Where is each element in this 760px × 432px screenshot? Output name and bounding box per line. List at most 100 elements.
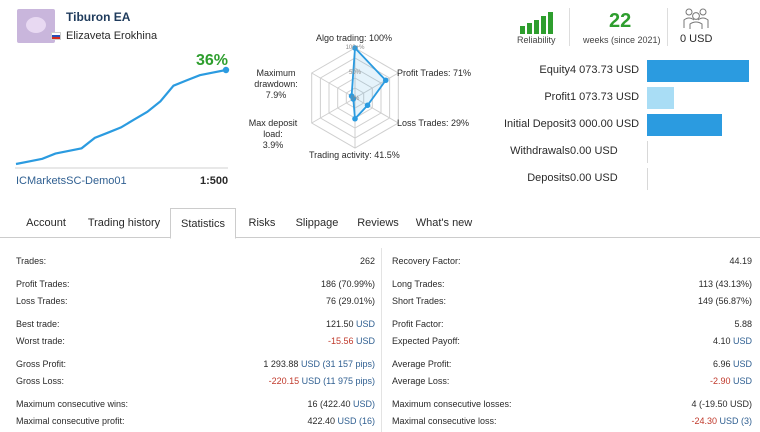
stat-row: Average Profit: 6.96 USD (392, 359, 752, 375)
fin-row-equity: Equity 4 073.73 USD (480, 60, 760, 82)
stat-row: Best trade: 121.50 USD (16, 319, 375, 335)
stat-value: 6.96 USD (712, 359, 752, 369)
radar-chart: 100+% 50% 0% (311, 45, 399, 149)
stat-label: Loss Trades: (16, 296, 68, 306)
tab-slippage[interactable]: Slippage (292, 208, 342, 238)
stat-value: -2.90 USD (709, 376, 752, 386)
fin-name: Initial Deposit (503, 118, 570, 130)
fin-name: Profit (544, 91, 570, 103)
stat-value: 5.88 (734, 319, 752, 329)
tab-account[interactable]: Account (14, 208, 78, 238)
radar-label-activity: Trading activity: 41.5% (309, 150, 400, 160)
stat-value: 186 (70.99%) (320, 279, 375, 289)
fin-value: 3 000.00 USD (570, 118, 640, 130)
stat-value: 1 293.88 USD (31 157 pips) (263, 359, 375, 369)
stat-value: 16 (422.40 USD) (307, 399, 375, 409)
stat-label: Average Loss: (392, 376, 450, 386)
stat-label: Profit Factor: (392, 319, 444, 329)
fin-bar (647, 168, 648, 190)
fin-row-profit: Profit 1 073.73 USD (480, 87, 760, 109)
stat-label: Maximal consecutive loss: (392, 416, 497, 426)
stat-label: Trades: (16, 256, 47, 266)
stat-row: Long Trades: 113 (43.13%) (392, 279, 752, 295)
tab-reviews[interactable]: Reviews (353, 208, 403, 238)
stat-value: 76 (29.01%) (325, 296, 375, 306)
stat-row: Worst trade: -15.56 USD (16, 336, 375, 352)
fin-value: 0.00 USD (570, 145, 618, 157)
stat-label: Profit Trades: (16, 279, 70, 289)
tab-trading-history[interactable]: Trading history (84, 208, 164, 238)
radar-axis (311, 97, 356, 124)
stat-value: 262 (359, 256, 375, 266)
stat-value: -220.15 USD (11 975 pips) (268, 376, 375, 386)
stat-row: Profit Factor: 5.88 (392, 319, 752, 335)
stat-row: Gross Loss: -220.15 USD (11 975 pips) (16, 376, 375, 392)
fin-row-deposits: Deposits 0.00 USD (480, 168, 760, 190)
stat-value: 149 (56.87%) (697, 296, 752, 306)
radar-label-profit: Profit Trades: 71% (397, 68, 472, 78)
stat-value: 4.10 USD (712, 336, 752, 346)
radar-label-loss: Loss Trades: 29% (397, 118, 470, 128)
fin-value: 0.00 USD (570, 172, 618, 184)
stat-row: Expected Payoff: 4.10 USD (392, 336, 752, 352)
column-separator (381, 248, 382, 432)
stat-label: Maximum consecutive losses: (392, 399, 512, 409)
tab-bar: Account Trading history Statistics Risks… (0, 208, 760, 239)
stat-value: -24.30 USD (3) (691, 416, 752, 426)
stat-label: Worst trade: (16, 336, 65, 346)
tab-risks[interactable]: Risks (244, 208, 280, 238)
divider (569, 8, 570, 46)
stat-value: 422.40 USD (16) (307, 416, 375, 426)
stat-row: Recovery Factor: 44.19 (392, 256, 752, 272)
stat-label: Gross Loss: (16, 376, 65, 386)
tab-whats-new[interactable]: What's new (414, 208, 474, 238)
reliability-bars-icon (520, 12, 553, 34)
stat-label: Maximum consecutive wins: (16, 399, 129, 409)
stat-row: Short Trades: 149 (56.87%) (392, 296, 752, 312)
growth-chart (15, 66, 230, 169)
fin-bar (647, 60, 749, 82)
stat-row: Maximum consecutive wins: 16 (422.40 USD) (16, 399, 375, 415)
fin-value: 1 073.73 USD (570, 91, 640, 103)
stat-row: Gross Profit: 1 293.88 USD (31 157 pips) (16, 359, 375, 375)
product-title[interactable]: Tiburon EA (66, 10, 130, 24)
leverage: 1:500 (200, 175, 229, 187)
stat-value: 44.19 (729, 256, 752, 266)
fin-row-initial-deposit: Initial Deposit 3 000.00 USD (480, 114, 760, 136)
fin-value: 4 073.73 USD (570, 64, 640, 76)
stat-label: Recovery Factor: (392, 256, 461, 266)
avatar[interactable] (17, 9, 55, 43)
stat-value: 4 (-19.50 USD) (691, 399, 752, 409)
stat-label: Short Trades: (392, 296, 447, 306)
stat-label: Gross Profit: (16, 359, 67, 369)
stat-label: Long Trades: (392, 279, 445, 289)
radar-scale-50: 50% (349, 70, 362, 76)
fin-name: Withdrawals (510, 145, 570, 157)
radar-label-drawdown-line1: Maximum (256, 68, 296, 78)
author-name[interactable]: Elizaveta Erokhina (66, 30, 157, 42)
stat-value: 113 (43.13%) (698, 279, 752, 289)
weeks-label: weeks (since 2021) (583, 35, 661, 45)
stat-label: Average Profit: (392, 359, 452, 369)
stat-row: Trades: 262 (16, 256, 375, 272)
radar-label-drawdown-line2: drawdown: 7.9% (254, 79, 298, 100)
stat-row: Profit Trades: 186 (70.99%) (16, 279, 375, 295)
stat-value: 121.50 USD (325, 319, 375, 329)
stat-row: Loss Trades: 76 (29.01%) (16, 296, 375, 312)
fin-bar (647, 114, 722, 136)
stat-label: Maximal consecutive profit: (16, 416, 125, 426)
stat-row: Maximal consecutive profit: 422.40 USD (1… (16, 416, 375, 432)
reliability-label: Reliability (517, 35, 556, 45)
broker-server-link[interactable]: ICMarketsSC-Demo01 (16, 175, 127, 187)
stat-row: Maximal consecutive loss: -24.30 USD (3) (392, 416, 752, 432)
radar-point (364, 102, 371, 109)
subscribers-value: 0 USD (680, 33, 713, 45)
radar-label-algo: Algo trading: 100% (316, 33, 393, 43)
radar-label-load-line1: Max deposit load: (248, 118, 298, 139)
radar-label-load: Max deposit load: 3.9% (238, 118, 308, 151)
fin-bar (647, 87, 674, 109)
radar-point (352, 115, 358, 122)
radar-axis (311, 72, 356, 99)
stat-row: Maximum consecutive losses: 4 (-19.50 USD… (392, 399, 752, 415)
tab-statistics[interactable]: Statistics (170, 208, 236, 239)
